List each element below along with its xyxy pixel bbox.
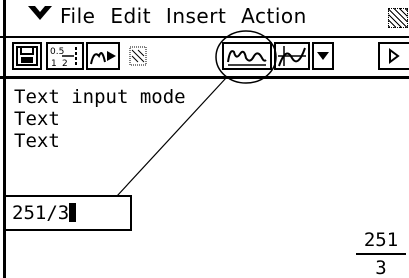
input-value: 251/3 <box>12 202 77 224</box>
graph-dropdown-button[interactable] <box>312 42 334 70</box>
svg-text:2: 2 <box>62 59 68 68</box>
menu-action[interactable]: Action <box>241 4 307 28</box>
fraction-decimal-toggle-icon: 0.5 1 2 <box>50 47 77 68</box>
screen-edge <box>3 0 6 36</box>
fraction-numerator: 251 <box>356 229 406 255</box>
text-line: Text input mode <box>14 86 186 108</box>
stroke-play-icon <box>90 51 116 65</box>
dropdown-arrow-icon <box>317 52 329 60</box>
scroll-right-button[interactable] <box>378 42 409 70</box>
svg-text:1: 1 <box>51 59 57 68</box>
fraction-denominator: 3 <box>375 257 387 278</box>
menu-insert[interactable]: Insert <box>166 4 226 28</box>
classpad-screen: File Edit Insert Action 0.5 1 2 Text inp… <box>0 0 409 278</box>
toolbar: 0.5 1 2 <box>0 38 409 79</box>
text-line: Text <box>14 108 60 130</box>
menu-file[interactable]: File <box>60 4 95 28</box>
input-field[interactable]: 251/3 <box>6 195 132 231</box>
menu-items: File Edit Insert Action <box>60 4 315 28</box>
result-fraction: 251 3 <box>356 229 406 278</box>
save-button[interactable] <box>12 42 42 70</box>
graph-icon <box>278 46 306 67</box>
pattern-button[interactable] <box>124 42 152 70</box>
menu-bar: File Edit Insert Action <box>0 0 409 38</box>
text-line: Text <box>14 130 60 152</box>
save-icon <box>16 46 38 66</box>
text-cursor <box>69 203 77 222</box>
scroll-right-icon <box>389 48 400 64</box>
handwriting-input-button[interactable] <box>222 42 272 70</box>
stroke-play-button[interactable] <box>86 42 120 70</box>
screen-edge <box>3 38 6 76</box>
menu-more-icon[interactable] <box>388 8 408 28</box>
handwriting-input-icon <box>227 50 267 66</box>
menu-down-arrow-icon[interactable] <box>28 6 52 20</box>
fraction-decimal-button[interactable]: 0.5 1 2 <box>46 42 84 70</box>
main-work-area[interactable]: Text input mode Text Text 251/3 251 3 <box>0 79 409 278</box>
screen-edge <box>3 79 6 278</box>
menu-edit[interactable]: Edit <box>110 4 151 28</box>
pattern-icon <box>129 46 147 66</box>
graph-button[interactable] <box>274 42 310 70</box>
